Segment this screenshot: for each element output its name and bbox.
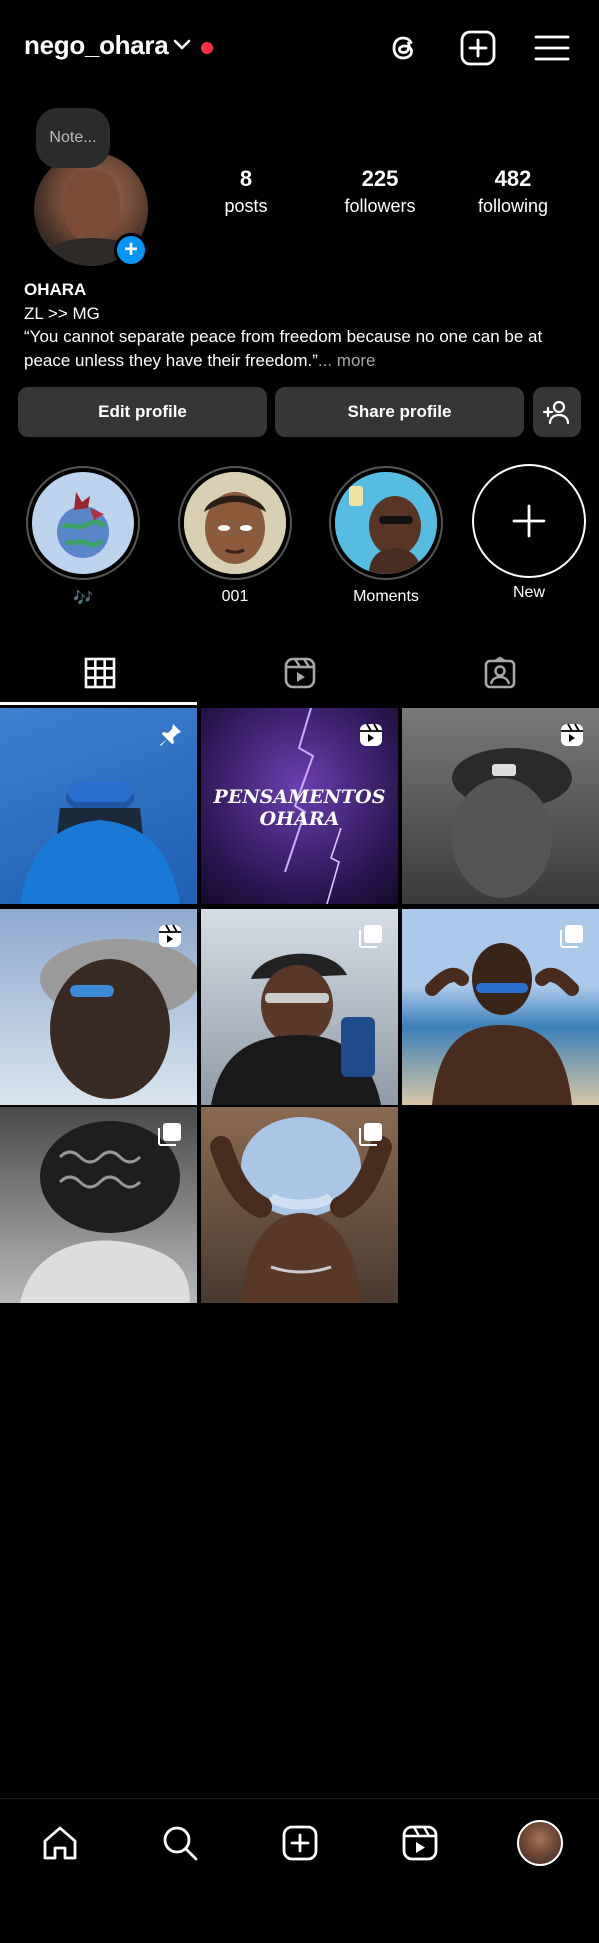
highlight-music[interactable]: 🎶	[25, 466, 141, 608]
post-overlay-line: OHARA	[259, 808, 340, 830]
following-count: 482	[494, 166, 532, 191]
tagged-icon	[484, 656, 515, 689]
stat-following[interactable]: 482 following	[458, 166, 568, 217]
nav-search[interactable]	[150, 1813, 210, 1873]
carousel-icon	[158, 1123, 181, 1146]
grid-icon	[84, 657, 115, 689]
nav-reels[interactable]	[390, 1813, 450, 1873]
post-thumbnail[interactable]	[0, 909, 197, 1105]
reels-icon	[402, 1825, 438, 1861]
nav-create[interactable]	[270, 1813, 330, 1873]
profile-bio: OHARA ZL >> MG “You cannot separate peac…	[24, 278, 584, 372]
highlight-label: 001	[221, 588, 249, 605]
reels-icon	[284, 657, 315, 689]
bio-quote-text: “You cannot separate peace from freedom …	[24, 327, 543, 370]
search-icon	[163, 1826, 198, 1861]
share-profile-button[interactable]: Share profile	[275, 387, 524, 437]
highlight-cartoon-image	[184, 472, 286, 574]
menu-icon[interactable]	[532, 28, 572, 68]
post-caption-overlay: PENSAMENTOS OHARA	[201, 786, 398, 830]
tab-tagged[interactable]	[400, 640, 599, 706]
add-story-plus-icon[interactable]: +	[114, 233, 148, 267]
bio-quote: “You cannot separate peace from freedom …	[24, 325, 584, 372]
highlight-001[interactable]: 001	[177, 466, 293, 606]
edit-profile-button[interactable]: Edit profile	[18, 387, 267, 437]
pinned-icon	[160, 724, 181, 746]
profile-avatar-icon	[517, 1820, 563, 1866]
post-thumbnail[interactable]: PENSAMENTOS OHARA	[201, 708, 398, 904]
post-overlay-line: PENSAMENTOS	[213, 786, 386, 808]
create-icon	[282, 1825, 318, 1861]
chevron-down-icon[interactable]	[173, 38, 191, 52]
followers-label: followers	[344, 196, 416, 216]
post-thumbnail[interactable]	[402, 708, 599, 904]
bio-line: ZL >> MG	[24, 303, 100, 323]
display-name: OHARA	[24, 280, 87, 299]
post-thumbnail[interactable]	[0, 708, 197, 904]
highlight-globe-image	[57, 492, 109, 558]
reel-icon	[561, 723, 583, 746]
carousel-icon	[359, 1123, 382, 1146]
followers-count: 225	[361, 166, 399, 191]
post-thumbnail[interactable]	[0, 1107, 197, 1303]
post-thumbnail[interactable]	[201, 909, 398, 1105]
carousel-icon	[359, 925, 382, 948]
profile-header: nego_ohara	[0, 0, 599, 96]
active-tab-indicator	[0, 702, 197, 705]
new-highlight-button[interactable]: New	[471, 464, 587, 602]
post-thumbnail[interactable]	[402, 909, 599, 1105]
note-bubble[interactable]: Note...	[36, 108, 110, 168]
stat-followers[interactable]: 225 followers	[325, 166, 435, 217]
notification-dot	[201, 42, 213, 54]
add-person-icon	[543, 400, 570, 425]
username-switcher[interactable]: nego_ohara	[24, 30, 169, 61]
nav-home[interactable]	[30, 1813, 90, 1873]
tab-posts-grid[interactable]	[0, 640, 199, 706]
profile-tabs	[0, 640, 599, 706]
home-icon	[43, 1826, 77, 1860]
plus-icon	[512, 504, 546, 538]
highlight-moments[interactable]: Moments	[328, 466, 444, 606]
tab-reels[interactable]	[200, 640, 399, 706]
posts-count: 8	[239, 166, 253, 191]
highlight-label: New	[512, 584, 545, 601]
highlight-label: Moments	[353, 588, 419, 605]
following-label: following	[477, 196, 549, 216]
threads-icon[interactable]	[384, 28, 424, 68]
discover-people-button[interactable]	[533, 387, 581, 437]
highlight-label: 🎶	[73, 590, 93, 607]
bottom-navigation	[0, 1798, 599, 1943]
carousel-icon	[560, 925, 583, 948]
highlight-moments-image	[335, 472, 437, 574]
nav-profile[interactable]	[510, 1813, 570, 1873]
reel-icon	[360, 723, 382, 746]
create-post-icon[interactable]	[458, 28, 498, 68]
posts-label: posts	[224, 196, 268, 216]
stat-posts[interactable]: 8 posts	[191, 166, 301, 217]
bio-more-link[interactable]: ... more	[318, 351, 376, 370]
reel-icon	[159, 924, 181, 947]
post-thumbnail[interactable]	[201, 1107, 398, 1303]
